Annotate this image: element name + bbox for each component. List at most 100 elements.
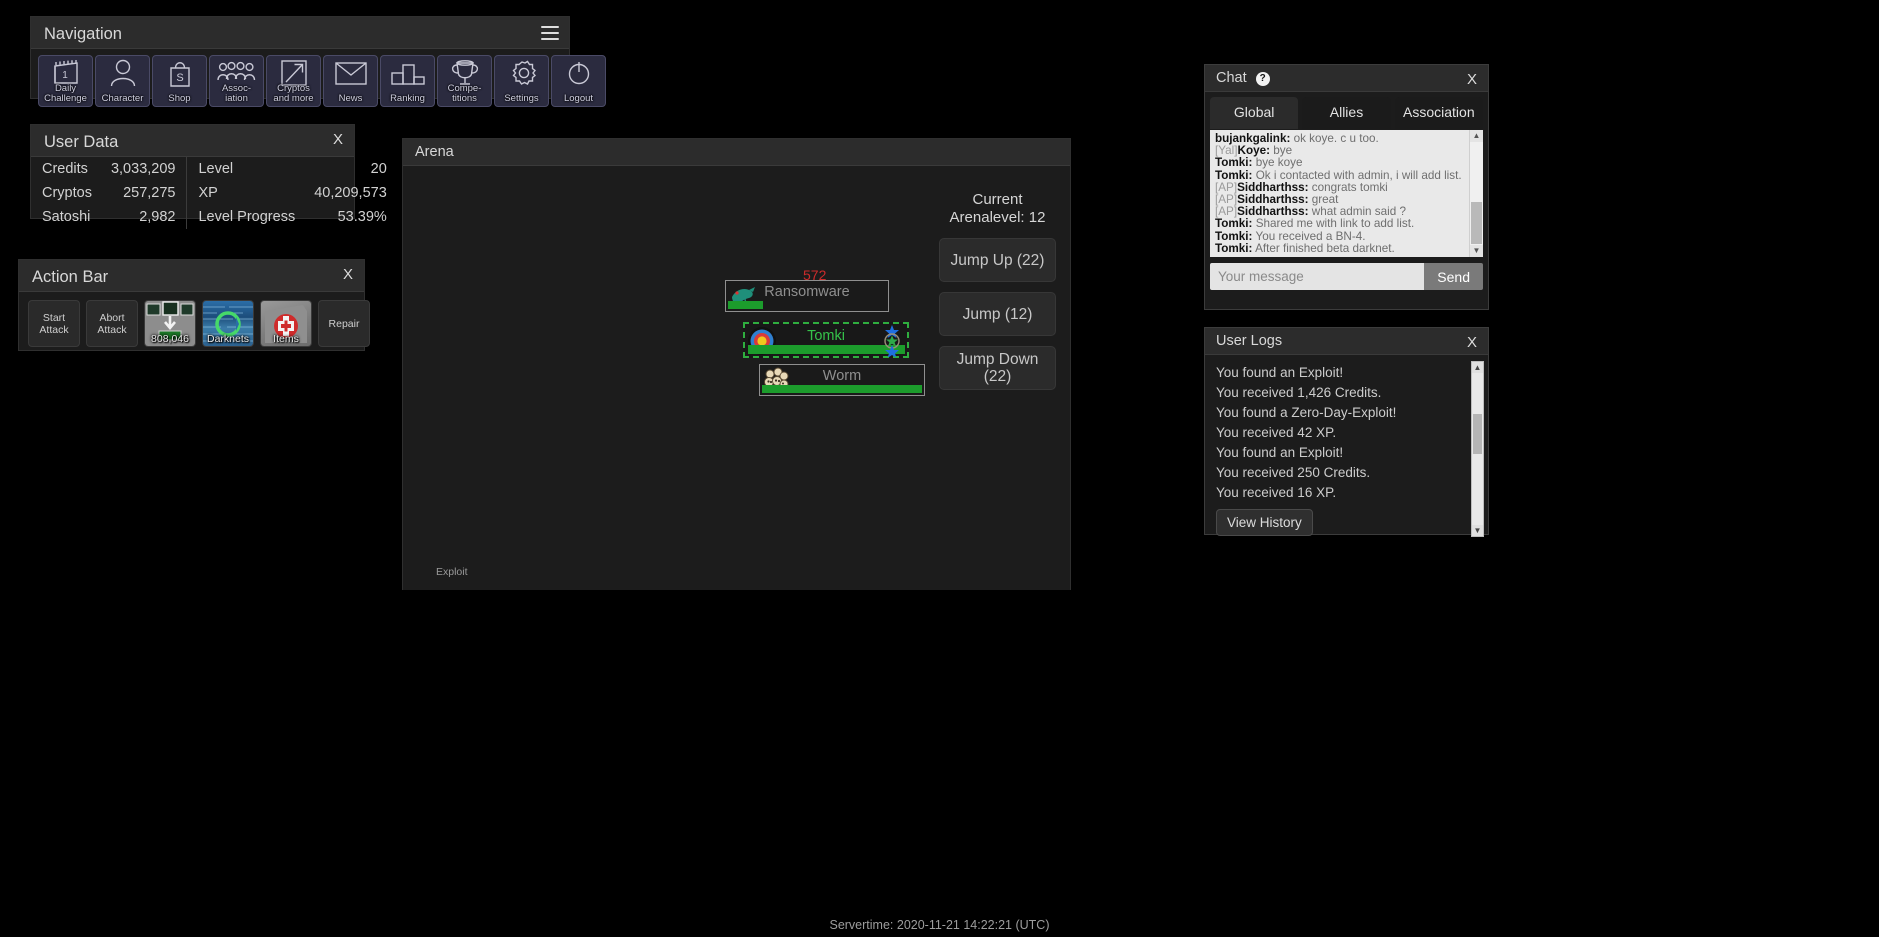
question-mark-icon[interactable]: ? (1255, 72, 1270, 86)
nav-item-character[interactable]: Character (95, 55, 150, 107)
shopping-bag-icon: S (153, 58, 206, 88)
user-data-key: Credits (42, 161, 88, 177)
svg-text:1: 1 (62, 70, 68, 81)
user-data-table: Credits 3,033,209 Level 20 Cryptos 257,2… (31, 157, 398, 229)
darknets-caption: Darknets (206, 333, 249, 345)
user-data-value: 20 (370, 161, 387, 177)
close-icon[interactable]: X (1467, 334, 1477, 352)
user-data-header: User Data X (31, 125, 354, 157)
chat-input-row: Send (1210, 263, 1483, 290)
view-history-button[interactable]: View History (1216, 509, 1313, 536)
enemy-health-bar (728, 301, 763, 309)
action-bar-title: Action Bar (32, 267, 109, 286)
user-data-key: Level (186, 157, 304, 181)
nav-item-shop[interactable]: S Shop (152, 55, 207, 107)
nav-item-label: Settings (504, 93, 539, 104)
enemy-name: Worm (822, 368, 862, 384)
enemy-ransomware[interactable]: Ransomware (725, 280, 889, 312)
nav-item-settings[interactable]: Settings (494, 55, 549, 107)
nav-item-label: Ranking (390, 93, 425, 104)
svg-text:S: S (176, 72, 183, 84)
close-icon[interactable]: X (1467, 71, 1477, 89)
user-data-panel: User Data X Credits 3,033,209 Level 20 C… (30, 124, 387, 229)
enemy-name: Ransomware (764, 284, 850, 300)
scrollbar-thumb[interactable] (1473, 414, 1482, 454)
jump-button[interactable]: Jump (12) (939, 292, 1056, 336)
scroll-up-icon[interactable]: ▲ (1472, 362, 1483, 373)
nav-item-label: Shop (168, 93, 191, 104)
user-data-value: 2,982 (139, 209, 176, 225)
repair-label: Repair (328, 317, 360, 330)
user-data-value: 3,033,209 (110, 161, 176, 177)
scroll-down-icon[interactable]: ▼ (1472, 525, 1483, 536)
nav-item-association[interactable]: Assoc-iation (209, 55, 264, 107)
nav-item-logout[interactable]: Logout (551, 55, 606, 107)
chat-message-input[interactable] (1210, 263, 1425, 290)
power-icon (552, 58, 605, 88)
tab-association[interactable]: Association (1394, 97, 1483, 129)
arena-panel: Arena Current Arenalevel: 12 Jump Up (22)… (402, 138, 1071, 590)
close-icon[interactable]: X (343, 266, 353, 284)
arena-battlefield: Current Arenalevel: 12 Jump Up (22) Jump … (403, 166, 1070, 590)
navigation-buttons: 1 Daily Challenge Character S Shop Assoc-… (31, 49, 606, 113)
envelope-icon (324, 58, 377, 88)
scrollbar-thumb[interactable] (1471, 202, 1482, 244)
start-attack-button[interactable]: Start Attack (28, 300, 80, 347)
navigation-header: Navigation (31, 17, 569, 49)
user-logs-panel: User Logs X You found an Exploit! You re… (1204, 327, 1489, 537)
list-item: Tomki: After finished beta darknet. (1215, 241, 1395, 255)
jump-down-label: Jump Down (22) (956, 351, 1039, 385)
chat-message-list[interactable]: bujankgalink: ok koye. c u too. [Yal]Koy… (1210, 130, 1483, 257)
tab-allies[interactable]: Allies (1302, 97, 1391, 129)
nav-item-label: Assoc-iation (221, 83, 252, 104)
jump-down-button[interactable]: Jump Down (22) (939, 346, 1056, 390)
hamburger-icon[interactable] (541, 26, 559, 40)
items-button[interactable]: Items (260, 300, 312, 347)
list-item: You received 250 Credits. (1216, 465, 1371, 480)
user-logs-scrollbar[interactable]: ▲ ▼ (1471, 361, 1484, 537)
list-item: You found an Exploit! (1216, 365, 1344, 380)
chat-title: Chat (1216, 70, 1247, 87)
action-bar-header: Action Bar X (19, 260, 364, 292)
nav-item-competitions[interactable]: Compe-titions (437, 55, 492, 107)
arena-status-text: Exploit (436, 566, 468, 578)
chat-tabs: Global Allies Association (1205, 92, 1488, 129)
user-logs-list: You found an Exploit! You received 1,426… (1205, 355, 1488, 543)
send-button[interactable]: Send (1424, 263, 1483, 290)
nav-item-cryptos-and-more[interactable]: Cryptos and more (266, 55, 321, 107)
list-item: You found an Exploit! (1216, 445, 1344, 460)
user-data-value: 53.39% (337, 209, 387, 225)
nav-item-label: News (338, 93, 363, 104)
nav-item-label: Character (101, 93, 144, 104)
list-item: You received 42 XP. (1216, 425, 1337, 440)
nav-item-daily-challenge[interactable]: 1 Daily Challenge (38, 55, 93, 107)
start-attack-label: Start Attack (39, 311, 69, 336)
tab-global[interactable]: Global (1210, 97, 1299, 129)
darknets-button[interactable]: Darknets (202, 300, 254, 347)
nav-item-label: Compe-titions (447, 83, 482, 104)
nav-item-label: Cryptos and more (273, 83, 314, 104)
hacking-tool-button[interactable]: 808,046 (144, 300, 196, 347)
enemy-worm[interactable]: Worm (759, 364, 925, 396)
jump-up-button[interactable]: Jump Up (22) (939, 238, 1056, 282)
list-item: You received 16 XP. (1216, 485, 1337, 500)
arena-header: Arena (403, 139, 1070, 166)
nav-item-ranking[interactable]: Ranking (380, 55, 435, 107)
nav-item-label: Daily Challenge (44, 83, 87, 104)
person-icon (96, 58, 149, 88)
arena-controls: Current Arenalevel: 12 Jump Up (22) Jump … (939, 191, 1056, 400)
abort-attack-button[interactable]: Abort Attack (86, 300, 138, 347)
chat-scrollbar[interactable]: ▲ ▼ (1469, 130, 1483, 257)
scroll-down-icon[interactable]: ▼ (1470, 245, 1483, 257)
player-tomki[interactable]: Tomki (743, 322, 909, 358)
list-item: You received 1,426 Credits. (1216, 385, 1382, 400)
user-logs-header: User Logs X (1205, 328, 1488, 355)
table-row: Credits 3,033,209 Level 20 (31, 157, 398, 181)
user-data-title: User Data (44, 132, 119, 151)
repair-button[interactable]: Repair (318, 300, 370, 347)
scroll-up-icon[interactable]: ▲ (1470, 130, 1483, 142)
user-data-key: Cryptos (42, 185, 92, 201)
nav-item-news[interactable]: News (323, 55, 378, 107)
list-item: You found a Zero-Day-Exploit! (1216, 405, 1397, 420)
close-icon[interactable]: X (333, 131, 343, 149)
